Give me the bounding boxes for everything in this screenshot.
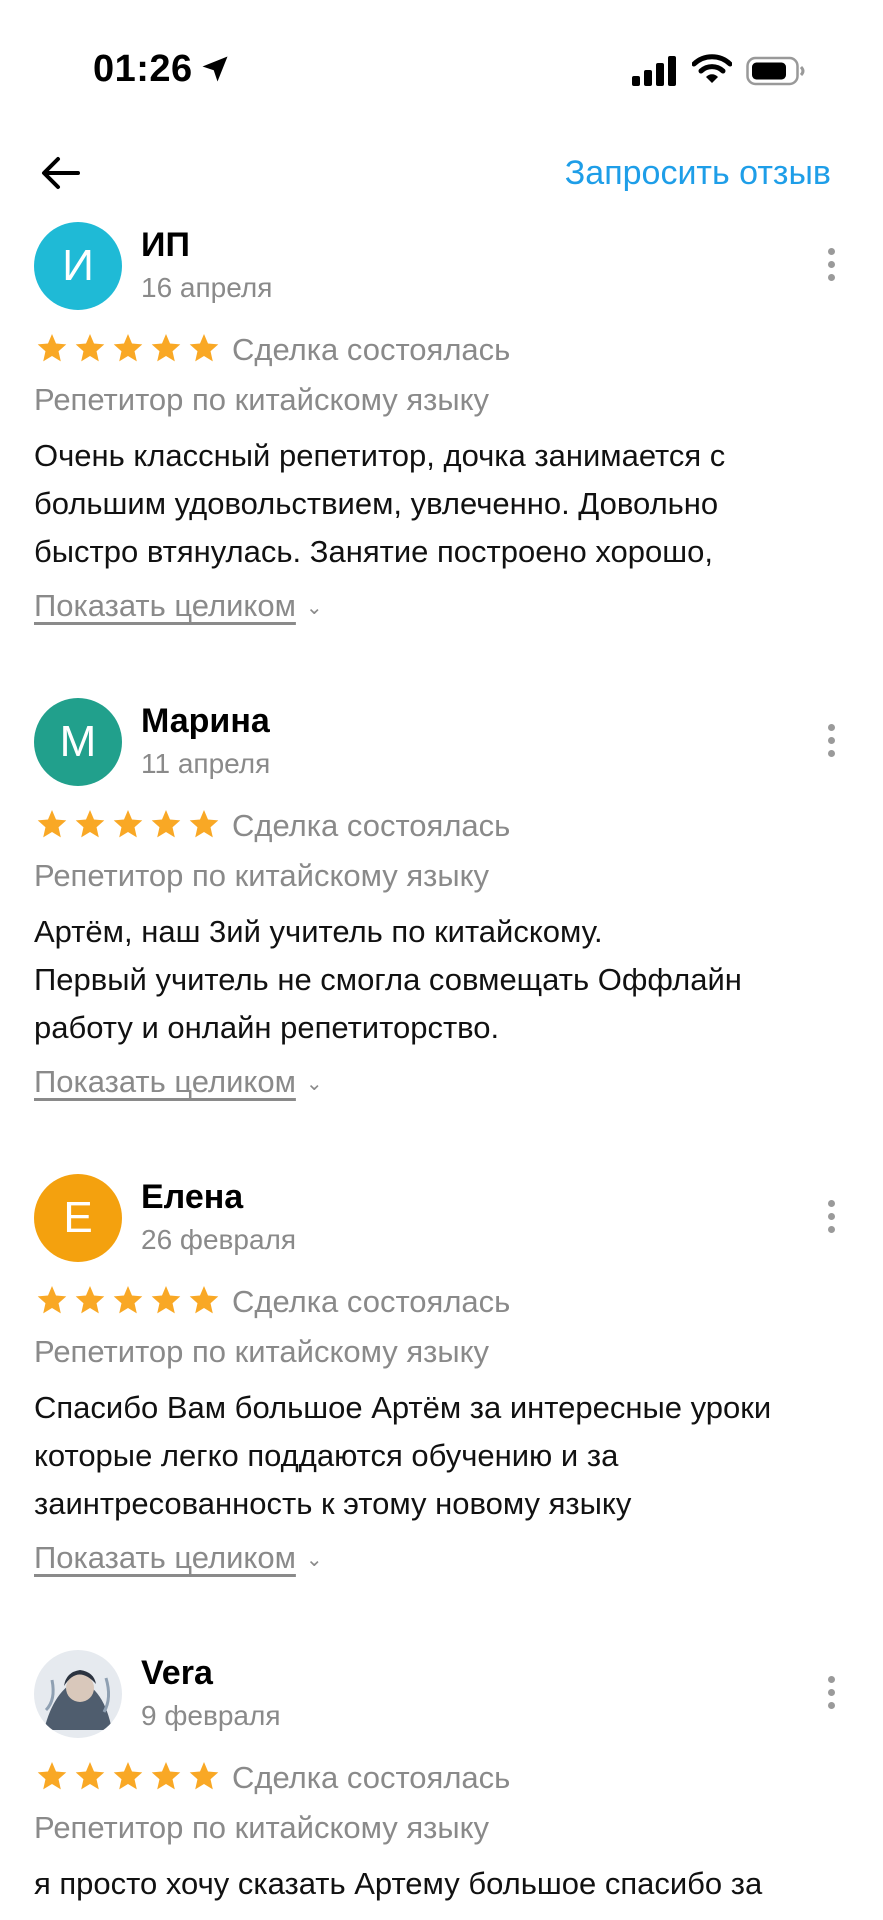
status-time: 01:26 bbox=[93, 48, 193, 90]
more-options-icon[interactable] bbox=[819, 1676, 843, 1716]
deal-status: Сделка состоялась bbox=[232, 808, 511, 843]
review-date: 16 апреля bbox=[141, 272, 273, 303]
review-category: Репетитор по китайскому языку bbox=[34, 1334, 490, 1369]
review-author: Vera bbox=[141, 1654, 213, 1692]
nav-bar: Запросить отзыв bbox=[0, 130, 883, 210]
star-icon bbox=[189, 810, 219, 838]
star-icon bbox=[113, 334, 143, 362]
star-icon bbox=[37, 334, 67, 362]
avatar: М bbox=[34, 698, 122, 786]
request-review-button[interactable]: Запросить отзыв bbox=[565, 154, 831, 193]
review-text-line: заинтресованность к этому новому языку bbox=[34, 1486, 632, 1521]
chevron-down-icon: ⌄ bbox=[305, 597, 323, 620]
avatar-photo-image bbox=[34, 1650, 122, 1738]
status-bar: 01:26 bbox=[0, 0, 883, 130]
review-text: Спасибо Вам большое Артём за интересные … bbox=[34, 1384, 854, 1528]
star-icon bbox=[113, 1762, 143, 1790]
rating-stars bbox=[36, 1284, 220, 1316]
star-icon bbox=[113, 810, 143, 838]
review-author: ИП bbox=[141, 226, 190, 264]
star-icon bbox=[189, 1286, 219, 1314]
star-icon bbox=[189, 1762, 219, 1790]
chevron-down-icon: ⌄ bbox=[305, 1073, 323, 1096]
review-card: Е Елена 26 февраля Сделка состоялась Реп… bbox=[0, 1174, 883, 1649]
star-icon bbox=[151, 1286, 181, 1314]
review-text-line: Первый учитель не смогла совмещать Оффла… bbox=[34, 962, 742, 997]
star-icon bbox=[75, 334, 105, 362]
show-more-label: Показать целиком bbox=[34, 588, 296, 623]
rating-stars bbox=[36, 808, 220, 840]
more-options-icon[interactable] bbox=[819, 248, 843, 288]
avatar: И bbox=[34, 222, 122, 310]
battery-icon bbox=[746, 56, 805, 86]
review-date: 9 февраля bbox=[141, 1700, 281, 1731]
deal-status: Сделка состоялась bbox=[232, 1284, 511, 1319]
star-icon bbox=[189, 334, 219, 362]
review-author: Елена bbox=[141, 1178, 244, 1216]
more-options-icon[interactable] bbox=[819, 724, 843, 764]
deal-status: Сделка состоялась bbox=[232, 332, 511, 367]
show-more-label: Показать целиком bbox=[34, 1540, 296, 1575]
star-icon bbox=[75, 1762, 105, 1790]
star-icon bbox=[37, 810, 67, 838]
show-more-link[interactable]: Показать целиком ⌄ bbox=[34, 588, 323, 624]
show-more-label: Показать целиком bbox=[34, 1064, 296, 1099]
review-category: Репетитор по китайскому языку bbox=[34, 382, 490, 417]
review-date: 11 апреля bbox=[141, 748, 271, 779]
review-text-line: Очень классный репетитор, дочка занимает… bbox=[34, 438, 726, 473]
deal-status: Сделка состоялась bbox=[232, 1760, 511, 1795]
review-text-line: большим удовольствием, увлеченно. Доволь… bbox=[34, 486, 719, 521]
wifi-icon bbox=[692, 54, 732, 83]
review-text-line: работу и онлайн репетиторство. bbox=[34, 1010, 500, 1045]
review-text: Очень классный репетитор, дочка занимает… bbox=[34, 432, 854, 576]
star-icon bbox=[151, 1762, 181, 1790]
star-icon bbox=[37, 1286, 67, 1314]
review-card: Vera 9 февраля Сделка состоялась Репетит… bbox=[0, 1650, 883, 1920]
more-options-icon[interactable] bbox=[819, 1200, 843, 1240]
star-icon bbox=[37, 1762, 67, 1790]
review-category: Репетитор по китайскому языку bbox=[34, 1810, 490, 1845]
star-icon bbox=[75, 810, 105, 838]
rating-stars bbox=[36, 1760, 220, 1792]
show-more-link[interactable]: Показать целиком ⌄ bbox=[34, 1064, 323, 1100]
review-card: И ИП 16 апреля Сделка состоялась Репетит… bbox=[0, 222, 883, 697]
review-text: Артём, наш 3ий учитель по китайскому. Пе… bbox=[34, 908, 854, 1052]
show-more-link[interactable]: Показать целиком ⌄ bbox=[34, 1540, 323, 1576]
star-icon bbox=[151, 334, 181, 362]
review-date: 26 февраля bbox=[141, 1224, 297, 1255]
review-category: Репетитор по китайскому языку bbox=[34, 858, 490, 893]
avatar: Е bbox=[34, 1174, 122, 1262]
chevron-down-icon: ⌄ bbox=[305, 1549, 323, 1572]
review-text-line: Артём, наш 3ий учитель по китайскому. bbox=[34, 914, 603, 949]
review-text-line: которые легко поддаются обучению и за bbox=[34, 1438, 619, 1473]
review-card: М Марина 11 апреля Сделка состоялась Реп… bbox=[0, 698, 883, 1173]
location-arrow-icon bbox=[202, 56, 228, 82]
rating-stars bbox=[36, 332, 220, 364]
avatar-photo bbox=[34, 1650, 122, 1738]
star-icon bbox=[113, 1286, 143, 1314]
back-arrow-icon[interactable] bbox=[36, 148, 86, 198]
star-icon bbox=[75, 1286, 105, 1314]
star-icon bbox=[151, 810, 181, 838]
review-text-line: Спасибо Вам большое Артём за интересные … bbox=[34, 1390, 772, 1425]
review-text: я просто хочу сказать Артему большое спа… bbox=[34, 1860, 854, 1908]
review-text-line: я просто хочу сказать Артему большое спа… bbox=[34, 1866, 763, 1901]
cellular-signal-icon bbox=[632, 56, 676, 86]
review-text-line: быстро втянулась. Занятие построено хоро… bbox=[34, 534, 714, 569]
review-author: Марина bbox=[141, 702, 270, 740]
